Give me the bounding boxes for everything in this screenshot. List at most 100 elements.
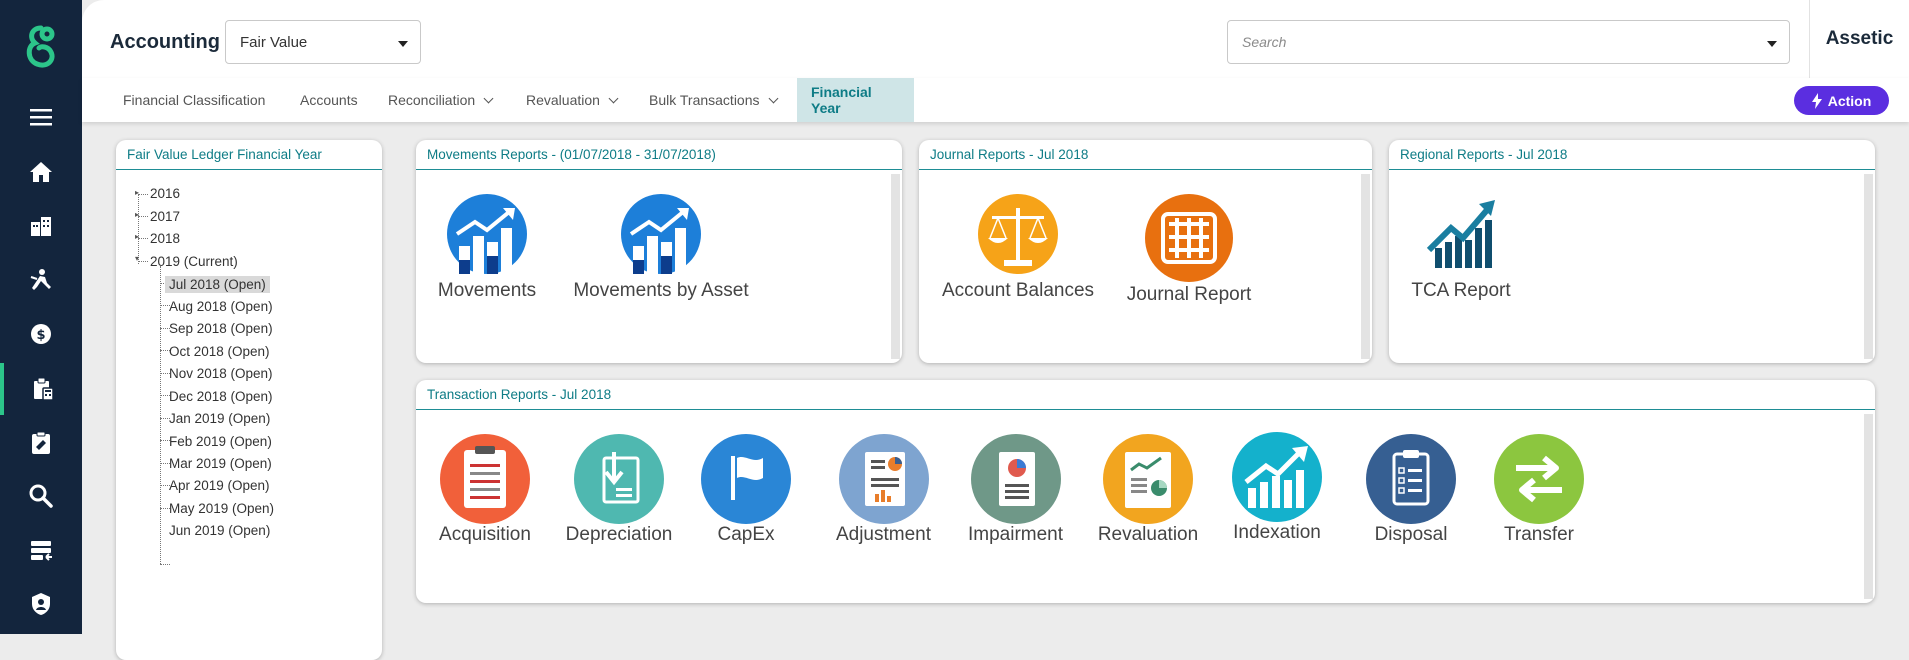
tree-period[interactable]: Oct 2018 (Open) bbox=[169, 344, 270, 359]
caret-down-icon[interactable] bbox=[1767, 41, 1777, 47]
tile-label: Journal Report bbox=[1126, 284, 1252, 305]
tree-period[interactable]: Apr 2019 (Open) bbox=[169, 478, 270, 493]
adjustment-report-tile[interactable]: Adjustment bbox=[826, 434, 941, 546]
ledger-select-value: Fair Value bbox=[240, 33, 308, 51]
pie-chart-document-icon bbox=[970, 434, 1061, 524]
tree-year-2017[interactable]: 2017 bbox=[150, 209, 180, 224]
expand-icon[interactable]: ▸ bbox=[135, 188, 139, 197]
tree-period[interactable]: Jan 2019 (Open) bbox=[169, 411, 270, 426]
tab-revaluation[interactable]: Revaluation bbox=[512, 78, 631, 122]
tile-label: TCA Report bbox=[1411, 280, 1511, 301]
vertical-scrollbar[interactable] bbox=[1864, 174, 1873, 359]
shield-icon[interactable] bbox=[0, 578, 82, 630]
collapse-icon[interactable]: ▾ bbox=[135, 254, 139, 263]
tab-financial-classification[interactable]: Financial Classification bbox=[109, 78, 279, 122]
data-exchange-icon[interactable] bbox=[0, 524, 82, 576]
download-document-icon bbox=[574, 434, 664, 524]
svg-text:$: $ bbox=[36, 328, 45, 343]
chevron-down-icon bbox=[768, 93, 778, 103]
tab-reconciliation[interactable]: Reconciliation bbox=[374, 78, 506, 122]
expand-icon[interactable]: ▸ bbox=[135, 232, 139, 241]
page-title: Accounting bbox=[110, 31, 220, 53]
home-icon[interactable] bbox=[0, 146, 82, 198]
scales-icon bbox=[978, 194, 1058, 274]
vertical-scrollbar[interactable] bbox=[1864, 414, 1873, 599]
vertical-scrollbar[interactable] bbox=[891, 174, 900, 359]
tree-period[interactable]: May 2019 (Open) bbox=[169, 501, 274, 516]
journal-report-tile[interactable]: Journal Report bbox=[1114, 194, 1264, 306]
tree-period[interactable]: Aug 2018 (Open) bbox=[169, 299, 273, 314]
account-balances-report-tile[interactable]: Account Balances bbox=[933, 194, 1103, 302]
chevron-down-icon bbox=[608, 93, 619, 103]
tab-financial-year[interactable]: Financial Year bbox=[797, 78, 914, 122]
tab-bulk-transactions[interactable]: Bulk Transactions bbox=[635, 78, 791, 122]
tile-label: Impairment bbox=[967, 524, 1064, 545]
panel-title: Journal Reports - Jul 2018 bbox=[919, 140, 1372, 170]
tile-label: Disposal bbox=[1374, 524, 1448, 545]
search-icon[interactable] bbox=[0, 470, 82, 522]
chevron-down-icon bbox=[483, 93, 494, 103]
module-tabs: Financial Classification Accounts Reconc… bbox=[82, 78, 1909, 122]
revaluation-report-tile[interactable]: Revaluation bbox=[1088, 434, 1208, 546]
growth-chart-icon bbox=[1232, 432, 1322, 522]
tree-period[interactable]: Jul 2018 (Open) bbox=[165, 276, 270, 293]
tab-accounts[interactable]: Accounts bbox=[286, 78, 372, 122]
tree-period[interactable]: Mar 2019 (Open) bbox=[169, 456, 272, 471]
lightning-icon bbox=[1811, 92, 1822, 109]
clipboard-icon bbox=[440, 434, 530, 524]
top-bar: Accounting Fair Value Search Assetic bbox=[82, 0, 1909, 78]
movements-by-asset-report-tile[interactable]: Movements by Asset bbox=[561, 194, 761, 302]
abacus-icon bbox=[1145, 194, 1233, 282]
growth-chart-icon bbox=[621, 194, 701, 274]
tree-period[interactable]: Sep 2018 (Open) bbox=[169, 321, 273, 336]
finance-icon[interactable]: $ bbox=[0, 308, 82, 360]
worker-icon[interactable] bbox=[0, 254, 82, 306]
acquisition-report-tile[interactable]: Acquisition bbox=[430, 434, 540, 546]
tree-period[interactable]: Jun 2019 (Open) bbox=[169, 523, 270, 538]
panel-title: Movements Reports - (01/07/2018 - 31/07/… bbox=[416, 140, 902, 170]
ledger-financial-year-panel: Fair Value Ledger Financial Year ▸ ▸ ▸ ▾… bbox=[116, 140, 382, 660]
transfer-report-tile[interactable]: Transfer bbox=[1489, 434, 1589, 546]
flag-icon bbox=[701, 434, 791, 524]
growth-chart-icon bbox=[447, 194, 527, 274]
tile-label: Indexation bbox=[1233, 522, 1321, 543]
menu-icon[interactable] bbox=[0, 91, 82, 143]
buildings-icon[interactable] bbox=[0, 200, 82, 252]
tile-label: Transfer bbox=[1503, 524, 1575, 545]
expand-icon[interactable]: ▸ bbox=[135, 210, 139, 219]
tile-label: CapEx bbox=[717, 524, 775, 545]
tile-label: Movements bbox=[437, 280, 537, 301]
journal-reports-panel: Journal Reports - Jul 2018 Account Balan… bbox=[919, 140, 1372, 363]
caret-down-icon bbox=[398, 41, 408, 47]
depreciation-report-tile[interactable]: Depreciation bbox=[554, 434, 684, 546]
panel-title: Fair Value Ledger Financial Year bbox=[116, 140, 382, 170]
tile-label: Movements by Asset bbox=[573, 280, 749, 301]
tree-period[interactable]: Feb 2019 (Open) bbox=[169, 434, 272, 449]
tree-period[interactable]: Dec 2018 (Open) bbox=[169, 389, 273, 404]
tree-year-2018[interactable]: 2018 bbox=[150, 231, 180, 246]
disposal-report-tile[interactable]: Disposal bbox=[1361, 434, 1461, 546]
impairment-report-tile[interactable]: Impairment bbox=[958, 434, 1073, 546]
tree-year-2016[interactable]: 2016 bbox=[150, 186, 180, 201]
tree-year-2019[interactable]: 2019 (Current) bbox=[150, 254, 238, 269]
tile-label: Account Balances bbox=[941, 280, 1095, 301]
assetic-logo-icon[interactable] bbox=[21, 24, 61, 72]
capex-report-tile[interactable]: CapEx bbox=[696, 434, 796, 546]
panel-title: Regional Reports - Jul 2018 bbox=[1389, 140, 1875, 170]
report-document-icon bbox=[838, 434, 929, 524]
work-order-icon[interactable] bbox=[0, 417, 82, 469]
regional-reports-panel: Regional Reports - Jul 2018 TCA Report bbox=[1389, 140, 1875, 363]
search-input[interactable]: Search bbox=[1227, 20, 1790, 64]
movements-report-tile[interactable]: Movements bbox=[432, 194, 542, 302]
accounting-icon[interactable] bbox=[0, 363, 82, 415]
tile-label: Revaluation bbox=[1097, 524, 1199, 545]
vertical-scrollbar[interactable] bbox=[1361, 174, 1370, 359]
tree-period[interactable]: Nov 2018 (Open) bbox=[169, 366, 273, 381]
tca-report-tile[interactable]: TCA Report bbox=[1401, 192, 1521, 302]
analytics-document-icon bbox=[1103, 434, 1193, 524]
indexation-report-tile[interactable]: Indexation bbox=[1222, 432, 1332, 544]
sidebar: $ bbox=[0, 0, 82, 634]
action-button[interactable]: Action bbox=[1794, 86, 1889, 115]
ledger-select[interactable]: Fair Value bbox=[225, 20, 421, 64]
brand-name: Assetic bbox=[1809, 0, 1909, 78]
